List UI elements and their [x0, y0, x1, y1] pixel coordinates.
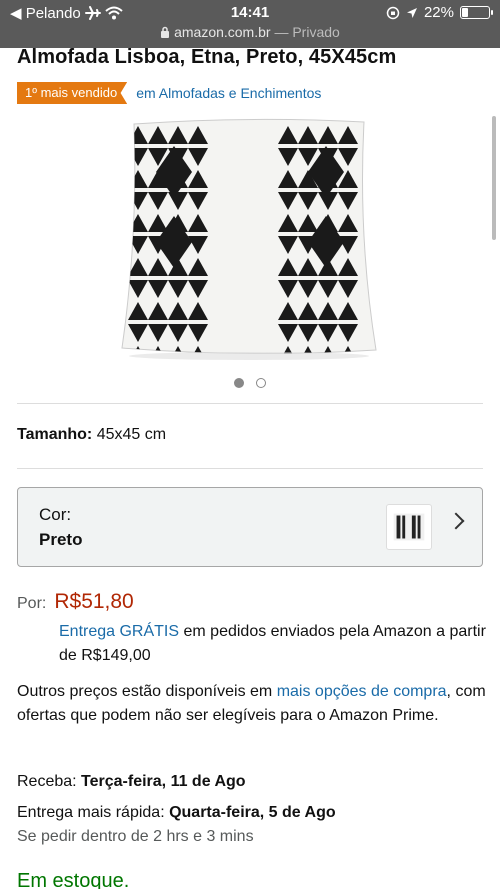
category-link[interactable]: em Almofadas e Enchimentos: [136, 85, 321, 101]
faster-date: Quarta-feira, 5 de Ago: [169, 804, 336, 821]
price-label: Por:: [17, 595, 47, 612]
size-value: 45x45 cm: [96, 426, 167, 443]
divider: [17, 468, 483, 469]
delivery-date-row: Receba: Terça-feira, 11 de Ago: [17, 773, 246, 791]
url-bar[interactable]: amazon.com.br — Privado: [0, 24, 500, 40]
lock-icon: [161, 26, 170, 38]
bestseller-row: 1º mais vendido em Almofadas e Enchiment…: [17, 82, 321, 104]
image-carousel-dots: [0, 378, 500, 388]
chevron-right-icon: [447, 512, 465, 530]
location-icon: [406, 7, 417, 18]
color-selector[interactable]: Cor: Preto: [17, 487, 483, 567]
faster-label: Entrega mais rápida:: [17, 804, 170, 821]
more-buying-options-link[interactable]: mais opções de compra: [277, 683, 447, 700]
status-bar: ◀ Pelando 14:41 22% amazon.com.br — Priv…: [0, 0, 500, 48]
free-delivery-link[interactable]: Entrega GRÁTIS: [59, 623, 179, 640]
carousel-dot-2[interactable]: [256, 378, 266, 388]
color-value: Preto: [39, 530, 83, 549]
status-right: 22%: [386, 4, 493, 21]
bestseller-badge[interactable]: 1º mais vendido: [17, 82, 128, 104]
size-row: Tamanho: 45x45 cm: [17, 426, 166, 444]
divider: [17, 403, 483, 404]
receive-label: Receba:: [17, 773, 82, 790]
other-prices-text: Outros preços estão disponíveis em mais …: [17, 680, 487, 728]
battery-percent: 22%: [423, 4, 454, 21]
carousel-dot-1[interactable]: [234, 378, 244, 388]
size-label: Tamanho:: [17, 426, 93, 443]
page-scrollbar[interactable]: [492, 116, 496, 240]
color-swatch-thumbnail: [386, 504, 432, 550]
stock-status: Em estoque.: [17, 870, 130, 889]
url-text: amazon.com.br: [174, 24, 271, 40]
battery-fill: [462, 8, 469, 17]
receive-date: Terça-feira, 11 de Ago: [81, 773, 246, 790]
battery-icon: [460, 6, 493, 19]
price-row: Por: R$51,80: [17, 590, 134, 614]
product-image[interactable]: [118, 112, 380, 362]
product-title: Almofada Lisboa, Etna, Preto, 45X45cm: [17, 46, 397, 68]
free-delivery-text: Entrega GRÁTIS em pedidos enviados pela …: [59, 620, 489, 668]
order-cutoff-text: Se pedir dentro de 2 hrs e 3 mins: [17, 828, 254, 845]
rotation-lock-icon: [386, 6, 400, 19]
private-label: — Privado: [274, 24, 340, 40]
price-value: R$51,80: [54, 590, 134, 613]
other-prices-prefix: Outros preços estão disponíveis em: [17, 683, 277, 700]
color-label: Cor:: [39, 505, 72, 524]
fastest-delivery-row: Entrega mais rápida: Quarta-feira, 5 de …: [17, 804, 336, 822]
